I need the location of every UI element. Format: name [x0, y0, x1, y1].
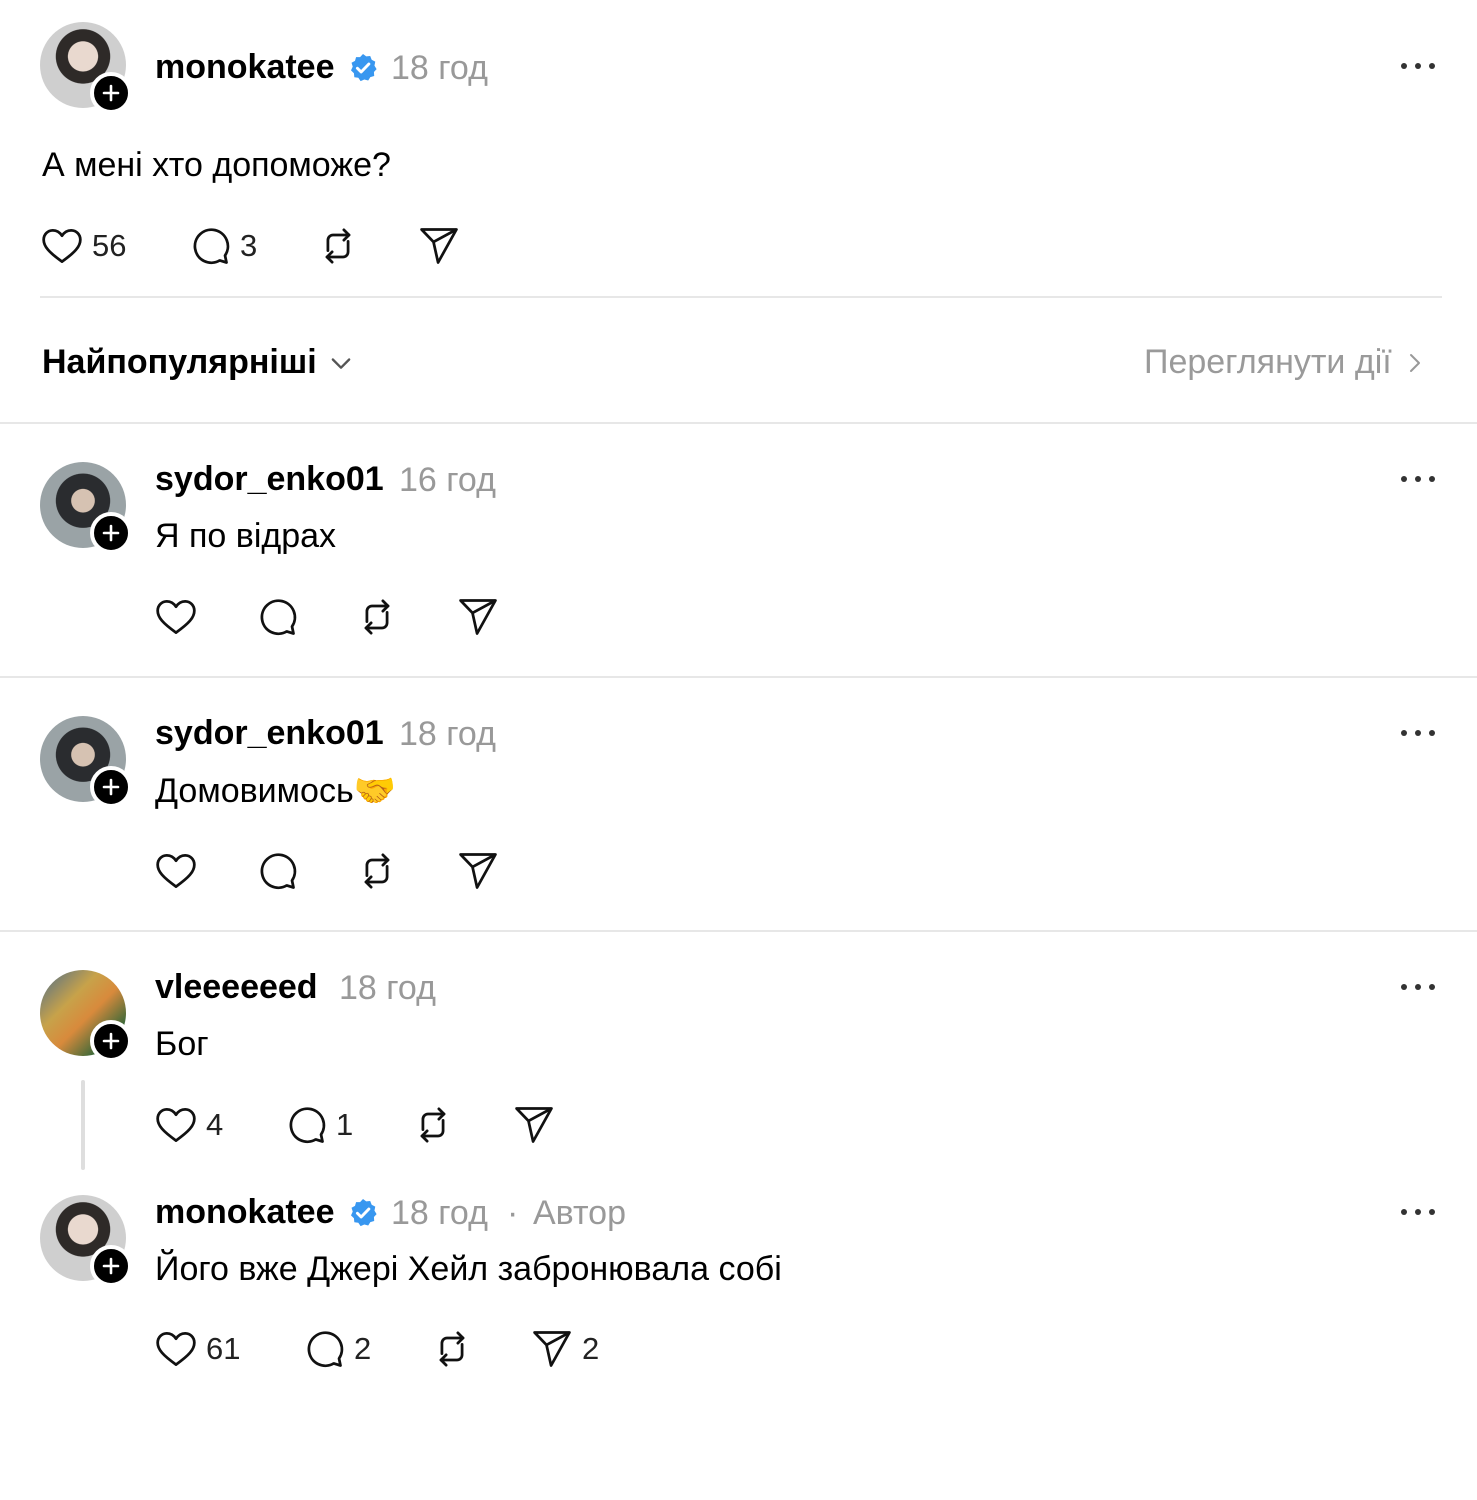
- repost-icon: [430, 1327, 474, 1371]
- avatar[interactable]: [40, 1195, 132, 1287]
- comment-icon: [284, 1103, 328, 1147]
- reply-time: 18 год: [399, 715, 496, 753]
- comment-icon: [255, 849, 299, 893]
- share-button[interactable]: 2: [530, 1327, 599, 1371]
- chevron-down-icon: [327, 349, 355, 377]
- share-button[interactable]: [512, 1103, 556, 1147]
- reply-username[interactable]: sydor_enko01: [155, 460, 384, 499]
- comment-count: 2: [354, 1331, 372, 1366]
- heart-icon: [154, 1327, 198, 1371]
- comment-count: 3: [240, 228, 258, 263]
- comment-count: 1: [336, 1107, 354, 1142]
- reply-time: 18 год: [391, 1194, 488, 1232]
- heart-icon: [40, 224, 84, 268]
- comment-button[interactable]: [255, 595, 299, 639]
- like-button[interactable]: [154, 595, 198, 639]
- follow-plus-icon[interactable]: [90, 72, 132, 114]
- verified-icon: [347, 1197, 379, 1229]
- heart-icon: [154, 849, 198, 893]
- more-icon[interactable]: [1398, 56, 1438, 76]
- thread-line: [81, 1080, 85, 1170]
- like-button[interactable]: 61: [154, 1327, 240, 1371]
- reply-text: Домовимось🤝: [155, 772, 396, 810]
- like-button[interactable]: 56: [40, 224, 126, 268]
- divider: [0, 422, 1477, 424]
- repost-icon: [411, 1103, 455, 1147]
- repost-icon: [355, 849, 399, 893]
- share-icon: [512, 1103, 556, 1147]
- reply-text: Я по відрах: [155, 517, 337, 555]
- follow-plus-icon[interactable]: [90, 766, 132, 808]
- post-text: А мені хто допоможе?: [42, 146, 391, 184]
- comment-button[interactable]: 1: [284, 1103, 353, 1147]
- divider: [0, 930, 1477, 932]
- share-button[interactable]: [456, 595, 500, 639]
- comment-button[interactable]: [255, 849, 299, 893]
- follow-plus-icon[interactable]: [90, 1245, 132, 1287]
- share-button[interactable]: [417, 224, 461, 268]
- heart-icon: [154, 1103, 198, 1147]
- comment-button[interactable]: 2: [302, 1327, 371, 1371]
- repost-button[interactable]: [316, 224, 360, 268]
- comment-icon: [255, 595, 299, 639]
- sort-dropdown[interactable]: Найпопулярніші: [42, 343, 355, 382]
- view-activity-link[interactable]: Переглянути дії: [1144, 343, 1426, 382]
- like-count: 56: [92, 228, 127, 263]
- avatar[interactable]: [40, 716, 132, 808]
- avatar[interactable]: [40, 970, 132, 1062]
- reply-username[interactable]: vleeeeeed: [155, 968, 318, 1007]
- like-count: 4: [206, 1107, 224, 1142]
- more-icon[interactable]: [1398, 723, 1438, 743]
- separator-dot: ·: [507, 1194, 519, 1232]
- avatar[interactable]: [40, 22, 132, 114]
- comment-icon: [302, 1327, 346, 1371]
- share-count: 2: [582, 1331, 600, 1366]
- divider: [40, 296, 1442, 298]
- author-badge: Автор: [533, 1194, 627, 1232]
- repost-icon: [355, 595, 399, 639]
- reply-time: 16 год: [399, 461, 496, 499]
- comment-icon: [188, 224, 232, 268]
- share-icon: [456, 595, 500, 639]
- chevron-right-icon: [1402, 349, 1426, 377]
- share-icon: [456, 849, 500, 893]
- verified-icon: [347, 52, 379, 84]
- post-time: 18 год: [391, 49, 488, 87]
- comment-button[interactable]: 3: [188, 224, 257, 268]
- sort-label: Найпопулярніші: [42, 343, 317, 381]
- reply-username[interactable]: sydor_enko01: [155, 714, 384, 753]
- repost-button[interactable]: [355, 849, 399, 893]
- reply-text: Його вже Джері Хейл забронювала собі: [155, 1250, 782, 1288]
- follow-plus-icon[interactable]: [90, 1020, 132, 1062]
- more-icon[interactable]: [1398, 1202, 1438, 1222]
- share-icon: [417, 224, 461, 268]
- reply-text: Бог: [155, 1025, 209, 1063]
- share-button[interactable]: [456, 849, 500, 893]
- follow-plus-icon[interactable]: [90, 512, 132, 554]
- repost-icon: [316, 224, 360, 268]
- post-username[interactable]: monokatee: [155, 48, 335, 87]
- divider: [0, 676, 1477, 678]
- reply-username[interactable]: monokatee: [155, 1193, 335, 1232]
- like-count: 61: [206, 1331, 241, 1366]
- avatar[interactable]: [40, 462, 132, 554]
- more-icon[interactable]: [1398, 977, 1438, 997]
- like-button[interactable]: 4: [154, 1103, 223, 1147]
- repost-button[interactable]: [430, 1327, 474, 1371]
- view-activity-label: Переглянути дії: [1144, 343, 1392, 381]
- reply-time: 18 год: [339, 969, 436, 1007]
- repost-button[interactable]: [355, 595, 399, 639]
- heart-icon: [154, 595, 198, 639]
- repost-button[interactable]: [411, 1103, 455, 1147]
- share-icon: [530, 1327, 574, 1371]
- more-icon[interactable]: [1398, 469, 1438, 489]
- like-button[interactable]: [154, 849, 198, 893]
